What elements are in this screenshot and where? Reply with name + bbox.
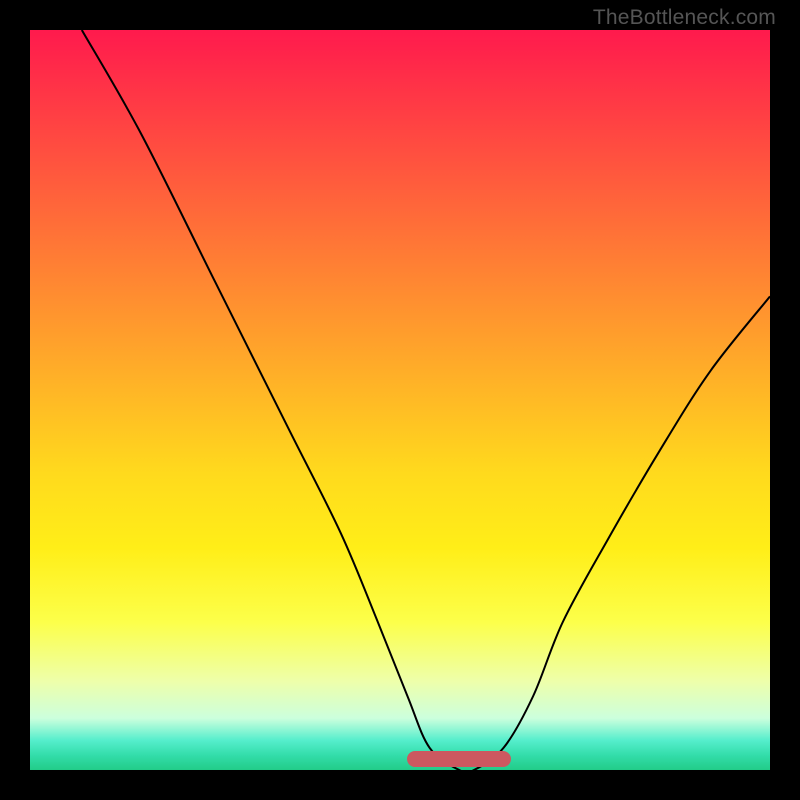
- watermark-text: TheBottleneck.com: [593, 6, 776, 30]
- bottleneck-curve: [30, 30, 770, 770]
- plot-area: [30, 30, 770, 770]
- chart-container: TheBottleneck.com: [0, 0, 800, 800]
- optimal-range-bar: [407, 751, 511, 767]
